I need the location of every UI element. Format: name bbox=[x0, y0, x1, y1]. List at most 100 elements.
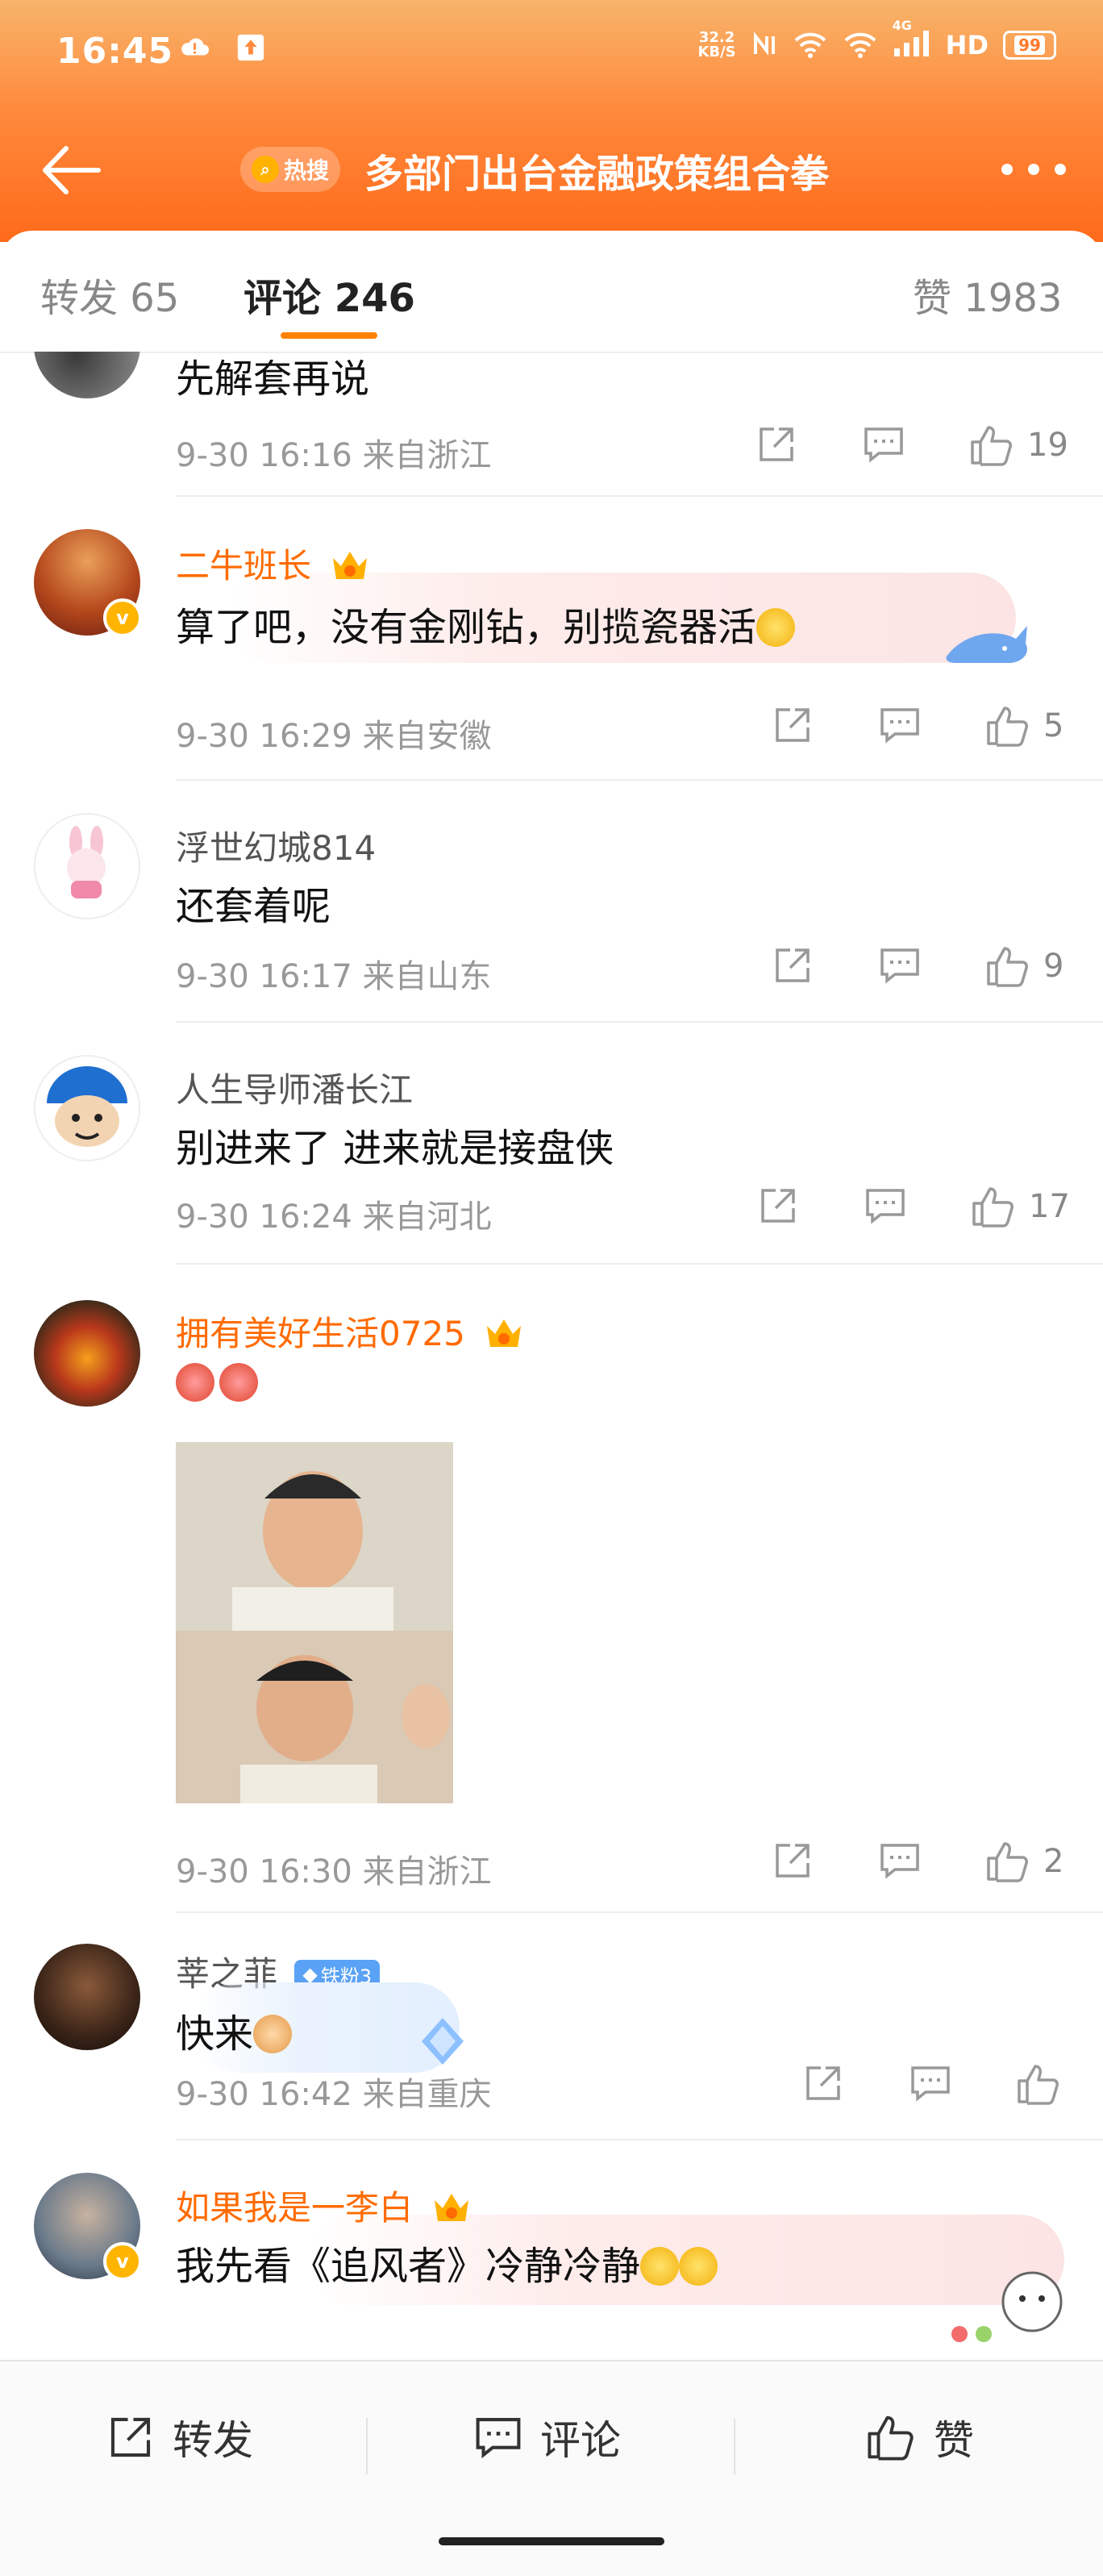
avatar[interactable] bbox=[34, 1944, 140, 2050]
like-button[interactable]: 2 bbox=[985, 1840, 1063, 1882]
comment-text: 别进来了 进来就是接盘侠 bbox=[176, 1126, 614, 1171]
status-bar: 16:45 32.2 KB/S 4G HD 99 bbox=[0, 0, 1103, 97]
cartoon-sticker-icon bbox=[951, 2271, 1063, 2342]
vip-crown-icon bbox=[435, 2194, 469, 2221]
divider bbox=[734, 2418, 735, 2474]
comment-meta: 9-30 16:30 来自浙江 bbox=[176, 1853, 492, 1890]
wifi-icon-1 bbox=[794, 32, 826, 58]
share-icon bbox=[761, 1189, 795, 1223]
share-icon bbox=[776, 708, 810, 742]
bottom-like-button[interactable]: 赞 bbox=[866, 2408, 974, 2466]
bunny-avatar-icon bbox=[67, 826, 106, 898]
like-button[interactable]: 17 bbox=[971, 1186, 1070, 1228]
like-button[interactable]: 19 bbox=[969, 424, 1068, 466]
nfc-icon bbox=[753, 31, 775, 56]
tab-repost[interactable]: 转发 65 bbox=[40, 266, 179, 323]
divider bbox=[176, 495, 1103, 497]
share-button[interactable] bbox=[772, 945, 813, 986]
avatar[interactable] bbox=[34, 1300, 140, 1407]
share-button[interactable] bbox=[772, 1840, 813, 1881]
avatar[interactable] bbox=[34, 1055, 140, 1161]
share-button[interactable] bbox=[758, 1186, 798, 1226]
active-tab-indicator bbox=[281, 332, 377, 339]
thumbs-up-icon bbox=[987, 1842, 1028, 1882]
share-button[interactable] bbox=[756, 424, 797, 465]
more-options-icon[interactable] bbox=[1001, 153, 1066, 185]
comment-author[interactable]: 拥有美好生活0725 bbox=[176, 1307, 524, 1356]
comment-button[interactable] bbox=[863, 424, 905, 465]
like-count: 9 bbox=[1043, 948, 1064, 985]
vip-crown-icon bbox=[487, 1319, 522, 1347]
like-button[interactable]: 5 bbox=[985, 705, 1063, 747]
share-button[interactable] bbox=[803, 2063, 843, 2103]
divider bbox=[176, 1021, 1103, 1023]
comment-list[interactable]: 先解套再说 9-30 16:16 来自浙江 19 v 二牛班长 算了吧，没有金刚 bbox=[0, 352, 1103, 2360]
comment-meta: 9-30 16:42 来自重庆 bbox=[176, 2076, 492, 2113]
comment-button[interactable] bbox=[879, 945, 921, 986]
tab-bar: 转发 65 评论 246 赞 1983 bbox=[0, 231, 1103, 353]
like-button[interactable]: 9 bbox=[985, 945, 1063, 987]
avatar[interactable] bbox=[34, 352, 140, 398]
like-count: 2 bbox=[1043, 1843, 1064, 1880]
comment-meta: 9-30 16:16 来自浙江 bbox=[176, 437, 492, 474]
page-title: 多部门出台金融政策组合拳 bbox=[364, 152, 830, 197]
comment-author[interactable]: 浮世幻城814 bbox=[176, 821, 376, 870]
battery-icon: 99 bbox=[1003, 31, 1056, 60]
like-count: 19 bbox=[1027, 427, 1068, 464]
avatar[interactable] bbox=[34, 813, 140, 919]
meme-photo-icon bbox=[176, 1442, 453, 1803]
comment-meta: 9-30 16:17 来自山东 bbox=[176, 958, 492, 995]
comment-text: 先解套再说 bbox=[176, 356, 370, 402]
net-speed: 32.2 KB/S bbox=[697, 29, 736, 60]
crying-laugh-emoji-icon bbox=[176, 1363, 214, 1402]
comment-icon bbox=[866, 1189, 905, 1224]
like-count: 5 bbox=[1043, 707, 1064, 744]
thumbs-up-icon bbox=[987, 707, 1028, 747]
share-icon bbox=[806, 2066, 840, 2100]
comment-meta: 9-30 16:29 来自安徽 bbox=[176, 718, 492, 755]
crying-laugh-emoji-icon bbox=[219, 1363, 258, 1402]
thumbs-up-icon bbox=[972, 1187, 1014, 1228]
comment-author[interactable]: 人生导师潘长江 bbox=[176, 1063, 413, 1112]
laughing-emoji-icon bbox=[679, 2247, 718, 2286]
status-right: 32.2 KB/S 4G HD 99 bbox=[697, 18, 1056, 61]
share-icon bbox=[776, 948, 810, 982]
verified-badge-icon: v bbox=[103, 598, 142, 637]
search-icon: ⌕ bbox=[252, 156, 279, 183]
back-arrow-icon[interactable] bbox=[39, 142, 103, 198]
comment-text: 还套着呢 bbox=[176, 884, 331, 929]
comment-button[interactable] bbox=[864, 1186, 906, 1226]
comment-icon bbox=[864, 427, 903, 463]
status-time: 16:45 bbox=[56, 31, 174, 72]
laughing-emoji-icon bbox=[640, 2247, 680, 2286]
comment-button[interactable] bbox=[879, 705, 921, 745]
comment-text: 算了吧，没有金刚钻，别揽瓷器活 bbox=[176, 595, 796, 652]
laughing-emoji-icon bbox=[756, 608, 796, 647]
comment-icon bbox=[880, 1844, 919, 1879]
header-background: 16:45 32.2 KB/S 4G HD 99 ⌕ 热搜 多部门出台金融政策组… bbox=[0, 0, 1103, 242]
comment-text: 我先看《追风者》冷静冷静 bbox=[176, 2234, 718, 2290]
comment-image[interactable] bbox=[176, 1442, 453, 1803]
like-button[interactable] bbox=[1016, 2063, 1074, 2105]
tab-comments[interactable]: 评论 246 bbox=[243, 266, 415, 323]
comment-icon bbox=[880, 708, 919, 744]
whale-icon bbox=[946, 626, 1027, 663]
bottom-comment-button[interactable]: 评论 bbox=[474, 2408, 621, 2466]
tab-likes[interactable]: 赞 1983 bbox=[913, 266, 1062, 323]
share-button[interactable] bbox=[772, 705, 813, 745]
comment-button[interactable] bbox=[909, 2063, 951, 2103]
like-count: 17 bbox=[1029, 1188, 1070, 1225]
share-icon bbox=[776, 1844, 810, 1878]
divider bbox=[176, 2139, 1103, 2140]
comment-author[interactable]: 二牛班长 bbox=[176, 539, 370, 588]
comment-author[interactable]: 如果我是一李白 bbox=[176, 2181, 472, 2230]
hot-search-tag[interactable]: ⌕ 热搜 bbox=[240, 147, 341, 192]
comment-text: 快来 bbox=[176, 2002, 293, 2058]
wifi-icon-2 bbox=[844, 32, 876, 58]
nav-bar: ⌕ 热搜 多部门出台金融政策组合拳 bbox=[0, 121, 1103, 218]
upload-icon bbox=[237, 34, 264, 61]
home-indicator[interactable] bbox=[439, 2537, 664, 2545]
comment-button[interactable] bbox=[879, 1840, 921, 1881]
emoji-row bbox=[176, 1363, 258, 1402]
repost-button[interactable]: 转发 bbox=[106, 2408, 253, 2466]
